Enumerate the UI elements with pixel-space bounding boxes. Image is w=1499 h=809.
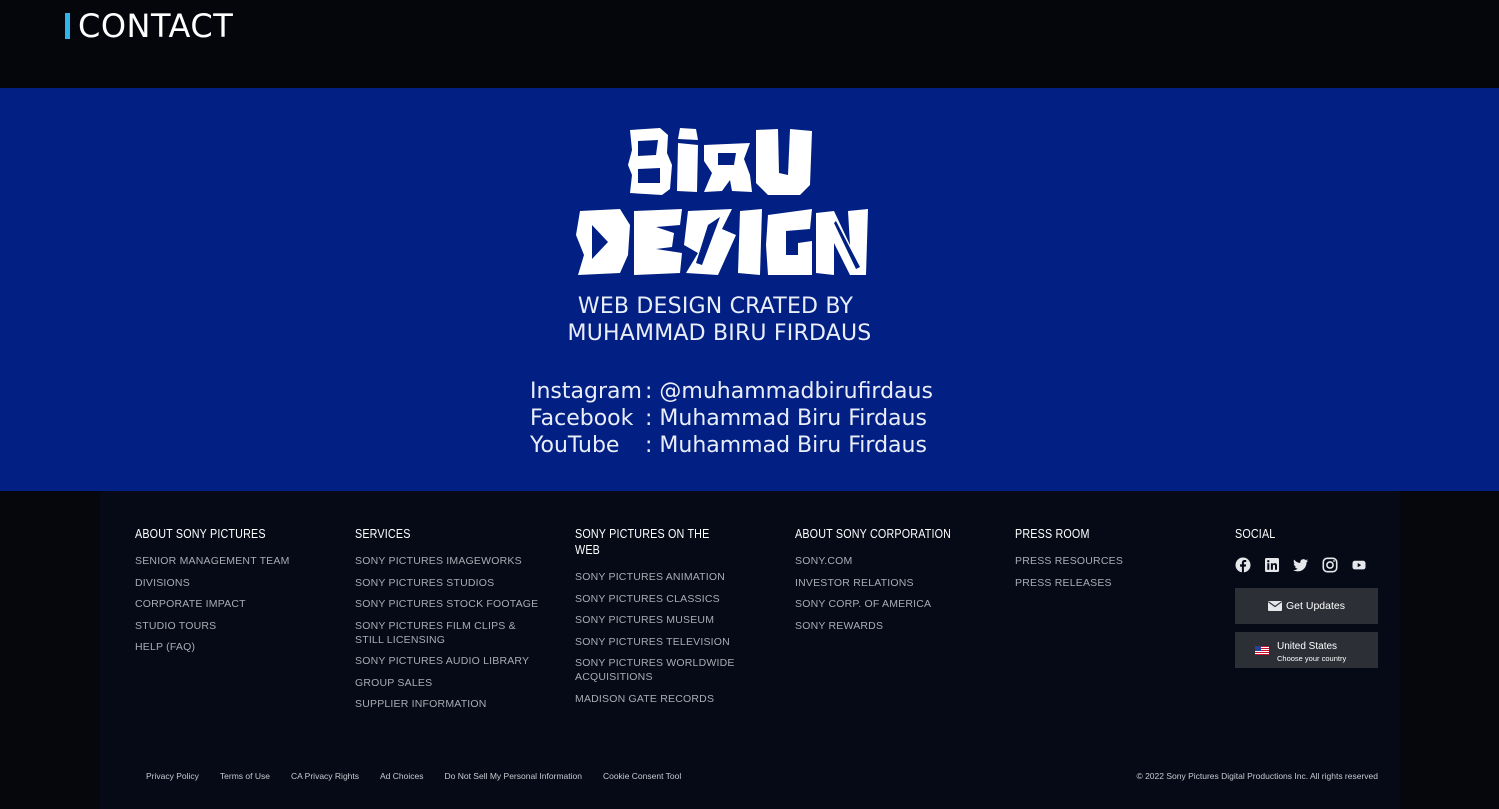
us-flag-icon [1255,646,1269,655]
footer-link[interactable]: GROUP SALES [355,676,545,690]
contact-value[interactable]: : @muhammadbirufirdaus [645,378,933,405]
site-footer: ABOUT SONY PICTURES SENIOR MANAGEMENT TE… [100,491,1400,809]
footer-link[interactable]: SONY PICTURES STUDIOS [355,576,545,590]
footer-link[interactable]: SONY PICTURES IMAGEWORKS [355,554,545,568]
footer-column-about-sony-pictures: ABOUT SONY PICTURES SENIOR MANAGEMENT TE… [135,526,325,662]
credit-line-1: WEB DESIGN CRATED BY [577,294,854,319]
footer-column-press-room: PRESS ROOM PRESS RESOURCES PRESS RELEASE… [1015,526,1205,597]
contact-list: Instagram : @muhammadbirufirdaus Faceboo… [530,378,933,459]
country-label: United States [1277,641,1338,652]
footer-link[interactable]: SONY PICTURES WORLDWIDE ACQUISITIONS [575,656,745,684]
footer-link[interactable]: SONY.COM [795,554,985,568]
contact-row-youtube: YouTube : Muhammad Biru Firdaus [530,432,933,459]
footer-link[interactable]: SONY PICTURES STOCK FOOTAGE [355,597,545,611]
biru-design-logo [576,128,868,275]
contact-value[interactable]: : Muhammad Biru Firdaus [645,405,927,432]
footer-column-heading: SOCIAL [1235,527,1276,541]
footer-link[interactable]: SONY PICTURES ANIMATION [575,570,745,584]
legal-link-terms-of-use[interactable]: Terms of Use [220,771,270,781]
mail-icon [1268,601,1283,611]
linkedin-icon[interactable] [1264,557,1280,573]
contact-value[interactable]: : Muhammad Biru Firdaus [645,432,927,459]
footer-link[interactable]: SONY PICTURES MUSEUM [575,613,745,627]
footer-link[interactable]: SONY CORP. OF AMERICA [795,597,985,611]
get-updates-button[interactable]: Get Updates [1235,588,1378,624]
footer-column-sony-pictures-on-the-web: SONY PICTURES ON THE WEB SONY PICTURES A… [575,526,745,713]
footer-link[interactable]: INVESTOR RELATIONS [795,576,985,590]
instagram-icon[interactable] [1322,557,1338,573]
legal-link-ca-privacy-rights[interactable]: CA Privacy Rights [291,771,359,781]
country-selector[interactable]: United States Choose your country [1235,632,1378,668]
footer-column-about-sony-corporation: ABOUT SONY CORPORATION SONY.COM INVESTOR… [795,526,985,640]
title-accent-bar [65,13,70,39]
footer-column-heading: SONY PICTURES ON THE WEB [575,527,710,557]
youtube-icon[interactable] [1351,557,1367,573]
footer-link[interactable]: SONY PICTURES CLASSICS [575,592,745,606]
contact-row-instagram: Instagram : @muhammadbirufirdaus [530,378,933,405]
get-updates-label: Get Updates [1286,600,1345,612]
footer-column-services: SERVICES SONY PICTURES IMAGEWORKS SONY P… [355,526,545,719]
legal-link-privacy-policy[interactable]: Privacy Policy [146,771,199,781]
footer-link[interactable]: SONY REWARDS [795,619,985,633]
footer-link[interactable]: SONY PICTURES FILM CLIPS & STILL LICENSI… [355,619,545,647]
footer-link[interactable]: CORPORATE IMPACT [135,597,325,611]
footer-link[interactable]: SONY PICTURES TELEVISION [575,635,745,649]
footer-column-heading: ABOUT SONY CORPORATION [795,527,952,541]
footer-link[interactable]: SUPPLIER INFORMATION [355,697,545,711]
facebook-icon[interactable] [1235,557,1251,573]
legal-link-ad-choices[interactable]: Ad Choices [380,771,423,781]
footer-column-social: SOCIAL [1235,526,1385,554]
footer-link[interactable]: DIVISIONS [135,576,325,590]
footer-link[interactable]: SONY PICTURES AUDIO LIBRARY [355,654,545,668]
contact-row-facebook: Facebook : Muhammad Biru Firdaus [530,405,933,432]
social-icons [1235,557,1367,573]
footer-link[interactable]: PRESS RESOURCES [1015,554,1205,568]
twitter-icon[interactable] [1293,557,1309,573]
footer-link[interactable]: PRESS RELEASES [1015,576,1205,590]
footer-link[interactable]: MADISON GATE RECORDS [575,692,745,706]
top-header: CONTACT [0,0,1499,88]
legal-link-cookie-consent[interactable]: Cookie Consent Tool [603,771,681,781]
contact-label: YouTube [530,433,620,458]
contact-label: Facebook [530,406,634,431]
footer-link[interactable]: HELP (FAQ) [135,640,325,654]
copyright-text: © 2022 Sony Pictures Digital Productions… [1136,771,1378,781]
footer-column-heading: PRESS ROOM [1015,527,1090,541]
credit-line-2: MUHAMMAD BIRU FIRDAUS [567,321,872,346]
footer-link[interactable]: STUDIO TOURS [135,619,325,633]
legal-link-do-not-sell[interactable]: Do Not Sell My Personal Information [444,771,581,781]
legal-links: Privacy Policy Terms of Use CA Privacy R… [146,771,702,781]
country-sublabel: Choose your country [1277,654,1347,663]
footer-column-heading: SERVICES [355,527,411,541]
contact-label: Instagram [530,379,642,404]
footer-link[interactable]: SENIOR MANAGEMENT TEAM [135,554,325,568]
page-title: CONTACT [78,7,234,45]
footer-column-heading: ABOUT SONY PICTURES [135,527,266,541]
